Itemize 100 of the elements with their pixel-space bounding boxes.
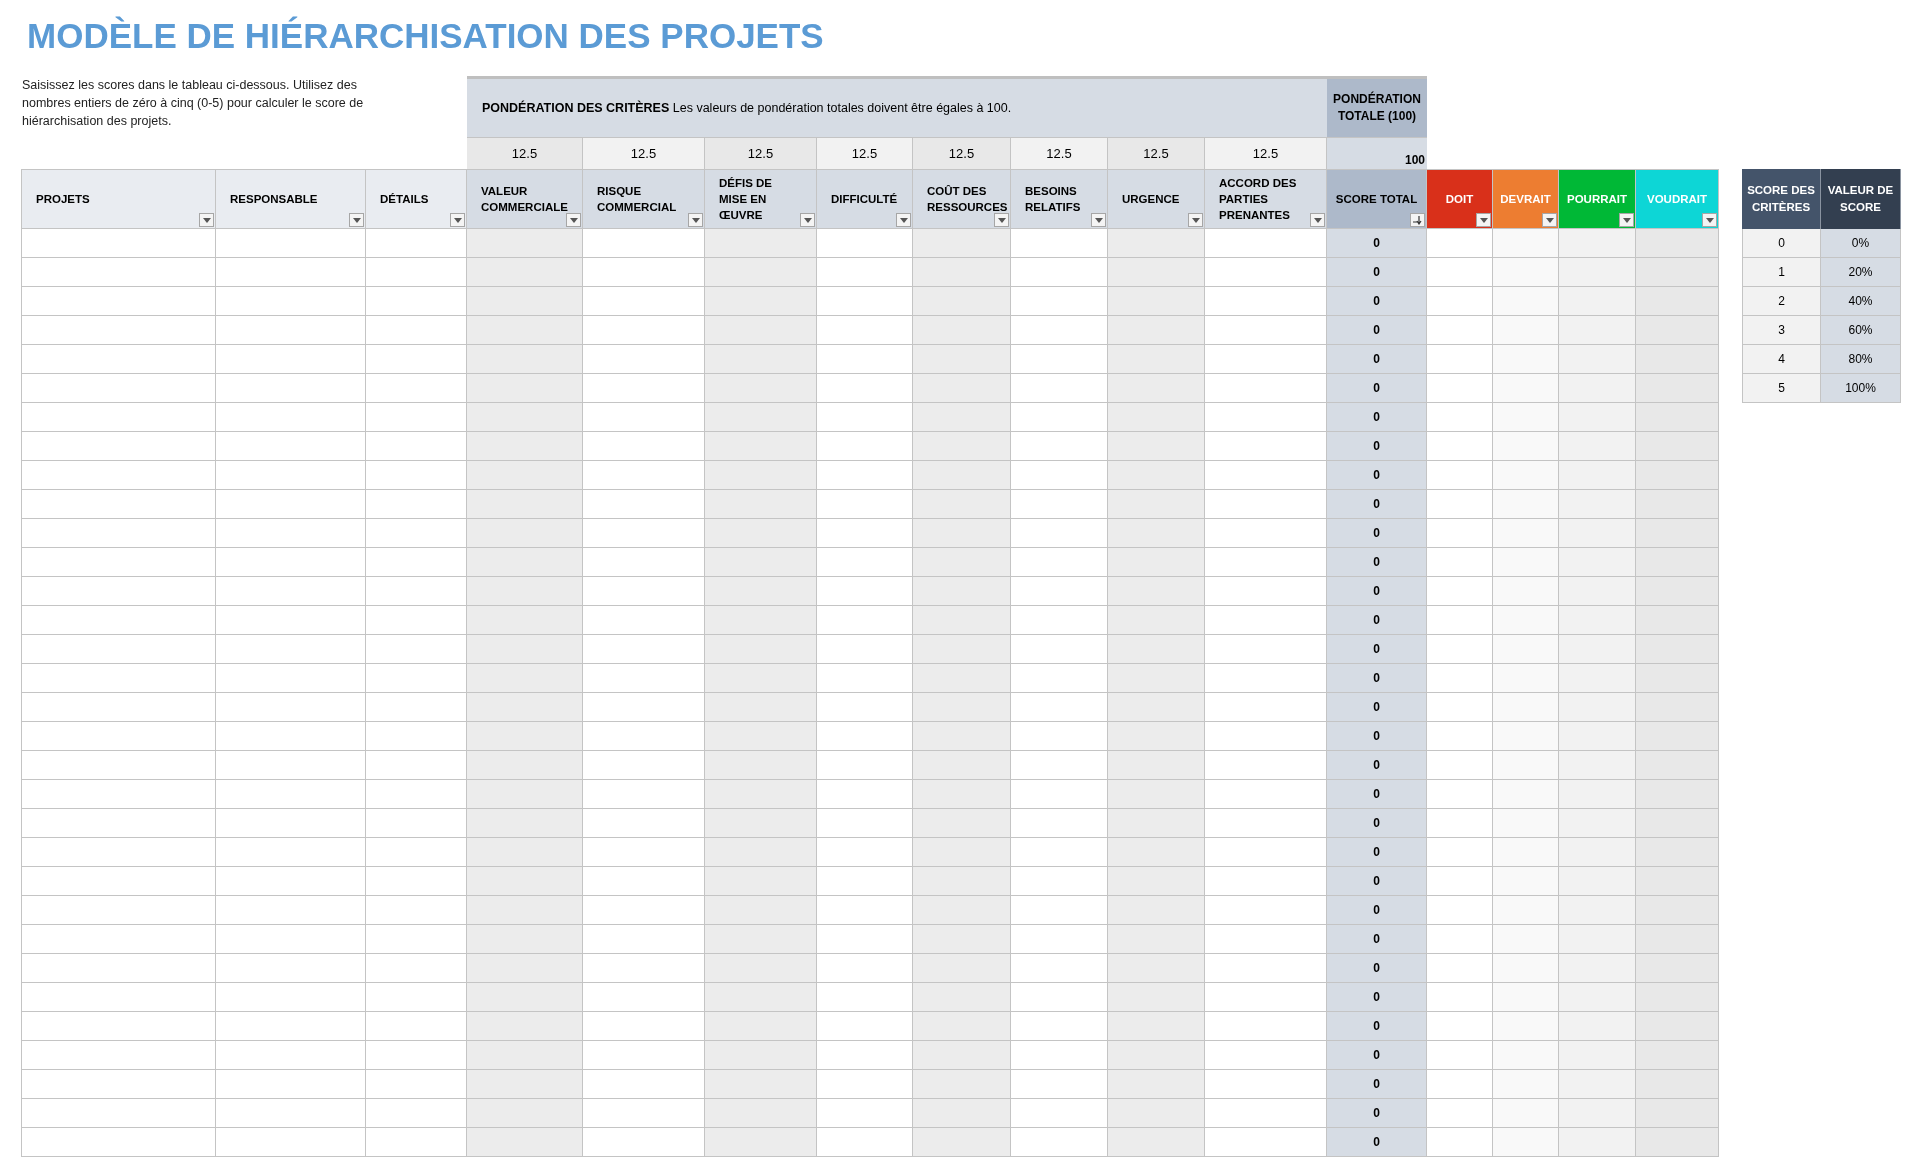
score-total-cell: 0 xyxy=(1327,432,1427,461)
filter-dropdown-icon[interactable] xyxy=(566,213,581,227)
column-header[interactable]: URGENCE xyxy=(1108,169,1205,229)
score-total-cell: 0 xyxy=(1327,461,1427,490)
score-total-cell: 0 xyxy=(1327,229,1427,258)
filter-dropdown-icon[interactable] xyxy=(1091,213,1106,227)
header-label: DIFFICULTÉ xyxy=(831,192,898,207)
score-total-cell: 0 xyxy=(1327,867,1427,896)
score-total-cell: 0 xyxy=(1327,1041,1427,1070)
score-total-cell: 0 xyxy=(1327,1070,1427,1099)
score-total-cell: 0 xyxy=(1327,635,1427,664)
table-cell: 1 xyxy=(1742,258,1821,287)
column-header[interactable]: BESOINS RELATIFS xyxy=(1011,169,1108,229)
column-header[interactable]: DIFFICULTÉ xyxy=(817,169,913,229)
table-cell: 100% xyxy=(1821,374,1901,403)
weight-cell[interactable]: 12.5 xyxy=(1011,137,1108,169)
score-total-cell: 0 xyxy=(1327,983,1427,1012)
column-header[interactable]: DÉFIS DE MISE EN ŒUVRE xyxy=(705,169,817,229)
score-total-cell: 0 xyxy=(1327,751,1427,780)
column-header[interactable]: SCORE TOTAL xyxy=(1327,169,1427,229)
header-label: DÉFIS DE MISE EN ŒUVRE xyxy=(719,176,774,223)
weight-cell[interactable]: 12.5 xyxy=(1205,137,1327,169)
column-header[interactable]: RESPONSABLE xyxy=(216,169,366,229)
score-total-cell: 0 xyxy=(1327,780,1427,809)
score-total-cell: 0 xyxy=(1327,548,1427,577)
score-total-cell: 0 xyxy=(1327,258,1427,287)
filter-dropdown-icon[interactable] xyxy=(896,213,911,227)
filter-dropdown-icon[interactable] xyxy=(349,213,364,227)
score-total-cell: 0 xyxy=(1327,490,1427,519)
column-header[interactable]: DÉTAILS xyxy=(366,169,467,229)
score-total-cell: 0 xyxy=(1327,316,1427,345)
header-label: DEVRAIT xyxy=(1500,192,1551,207)
column-header[interactable]: COÛT DES RESSOURCES xyxy=(913,169,1011,229)
table-cell: 60% xyxy=(1821,316,1901,345)
header-label: ACCORD DES PARTIES PRENANTES xyxy=(1219,176,1298,223)
header-label: POURRAIT xyxy=(1566,192,1628,207)
score-total-cell: 0 xyxy=(1327,925,1427,954)
score-total-cell: 0 xyxy=(1327,838,1427,867)
header-label: BESOINS RELATIFS xyxy=(1025,184,1082,215)
weighting-note: PONDÉRATION DES CRITÈRES Les valeurs de pondération totales doivent être égales à 100. xyxy=(482,99,1012,117)
score-total-cell: 0 xyxy=(1327,519,1427,548)
header-label: DOIT xyxy=(1445,192,1474,207)
header-label: PROJETS xyxy=(36,192,90,207)
column-header[interactable]: PROJETS xyxy=(21,169,216,229)
total-weight-header: PONDÉRATION TOTALE (100) xyxy=(1327,76,1427,137)
filter-dropdown-icon[interactable] xyxy=(1310,213,1325,227)
score-total-cell: 0 xyxy=(1327,1012,1427,1041)
weight-cell[interactable]: 12.5 xyxy=(817,137,913,169)
score-total-cell: 0 xyxy=(1327,896,1427,925)
filter-dropdown-icon[interactable] xyxy=(1619,213,1634,227)
score-total-cell: 0 xyxy=(1327,374,1427,403)
filter-dropdown-icon[interactable] xyxy=(994,213,1009,227)
score-total-cell: 0 xyxy=(1327,664,1427,693)
score-total-cell: 0 xyxy=(1327,1128,1427,1157)
filter-dropdown-icon[interactable] xyxy=(1188,213,1203,227)
weight-cell[interactable]: 12.5 xyxy=(1108,137,1205,169)
filter-dropdown-icon[interactable] xyxy=(199,213,214,227)
table-cell: 0 xyxy=(1742,229,1821,258)
header-label: COÛT DES RESSOURCES xyxy=(927,184,1008,215)
column-header[interactable]: RISQUE COMMERCIAL xyxy=(583,169,705,229)
header-label: SCORE TOTAL xyxy=(1335,192,1418,207)
table-cell: 5 xyxy=(1742,374,1821,403)
filter-dropdown-icon[interactable] xyxy=(800,213,815,227)
table-cell: 80% xyxy=(1821,345,1901,374)
header-label: DÉTAILS xyxy=(380,192,429,207)
weight-cell[interactable]: 12.5 xyxy=(583,137,705,169)
header-label: RISQUE COMMERCIAL xyxy=(597,184,678,215)
filter-dropdown-icon[interactable] xyxy=(688,213,703,227)
filter-dropdown-icon[interactable] xyxy=(1702,213,1717,227)
header-label: VALEUR COMMERCIALE xyxy=(481,184,568,215)
column-header[interactable]: VALEUR COMMERCIALE xyxy=(467,169,583,229)
page-title: MODÈLE DE HIÉRARCHISATION DES PROJETS xyxy=(26,15,825,57)
weight-cell[interactable]: 12.5 xyxy=(467,137,583,169)
table-cell: 20% xyxy=(1821,258,1901,287)
header-label: RESPONSABLE xyxy=(230,192,318,207)
score-total-cell: 0 xyxy=(1327,1099,1427,1128)
table-cell: 40% xyxy=(1821,287,1901,316)
score-total-cell: 0 xyxy=(1327,722,1427,751)
header-label: URGENCE xyxy=(1122,192,1180,207)
column-header[interactable]: DOIT xyxy=(1427,169,1493,229)
score-total-cell: 0 xyxy=(1327,693,1427,722)
column-header: VALEUR DE SCORE xyxy=(1821,169,1901,229)
total-weight-value: 100 xyxy=(1327,137,1427,169)
weight-cell[interactable]: 12.5 xyxy=(705,137,817,169)
score-total-cell: 0 xyxy=(1327,954,1427,983)
sort-icon[interactable] xyxy=(1410,213,1425,227)
score-total-cell: 0 xyxy=(1327,287,1427,316)
filter-dropdown-icon[interactable] xyxy=(1542,213,1557,227)
score-total-cell: 0 xyxy=(1327,577,1427,606)
score-total-cell: 0 xyxy=(1327,606,1427,635)
weight-cell[interactable]: 12.5 xyxy=(913,137,1011,169)
score-total-cell: 0 xyxy=(1327,345,1427,374)
table-cell: 4 xyxy=(1742,345,1821,374)
score-total-cell: 0 xyxy=(1327,809,1427,838)
filter-dropdown-icon[interactable] xyxy=(450,213,465,227)
header-label: VOUDRAIT xyxy=(1646,192,1708,207)
filter-dropdown-icon[interactable] xyxy=(1476,213,1491,227)
score-total-cell: 0 xyxy=(1327,403,1427,432)
column-header: SCORE DES CRITÈRES xyxy=(1742,169,1821,229)
column-header[interactable]: ACCORD DES PARTIES PRENANTES xyxy=(1205,169,1327,229)
